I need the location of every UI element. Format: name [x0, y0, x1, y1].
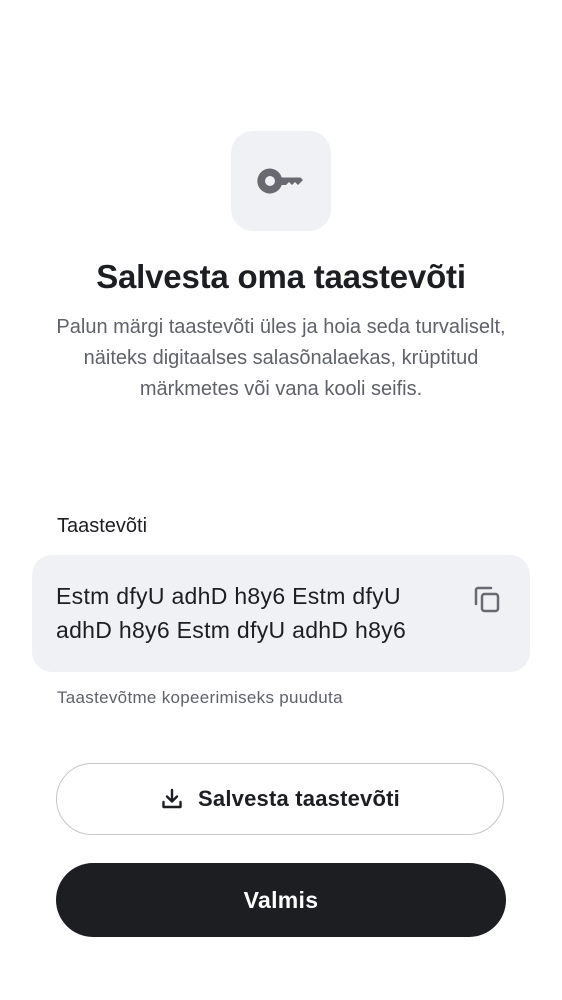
- save-recovery-key-button[interactable]: Salvesta taastevõti: [56, 763, 504, 835]
- save-button-label: Salvesta taastevõti: [198, 786, 400, 811]
- recovery-key-field[interactable]: Estm dfyU adhD h8y6 Estm dfyU adhD h8y6 …: [32, 555, 530, 672]
- copy-hint: Taastevõtme kopeerimiseks puuduta: [57, 688, 343, 707]
- copy-button[interactable]: [469, 581, 505, 617]
- done-button[interactable]: Valmis: [56, 863, 506, 937]
- page-title: Salvesta oma taastevõti: [96, 258, 466, 295]
- key-icon: [257, 167, 305, 195]
- recovery-key-label: Taastevõti: [57, 515, 148, 537]
- key-icon-tile: [231, 131, 331, 231]
- copy-icon[interactable]: [472, 584, 502, 614]
- done-button-label: Valmis: [243, 886, 319, 913]
- download-icon: [160, 787, 184, 811]
- page-description: Palun märgi taastevõti üles ja hoia seda…: [56, 316, 506, 400]
- recovery-key-value[interactable]: Estm dfyU adhD h8y6 Estm dfyU adhD h8y6 …: [56, 579, 446, 647]
